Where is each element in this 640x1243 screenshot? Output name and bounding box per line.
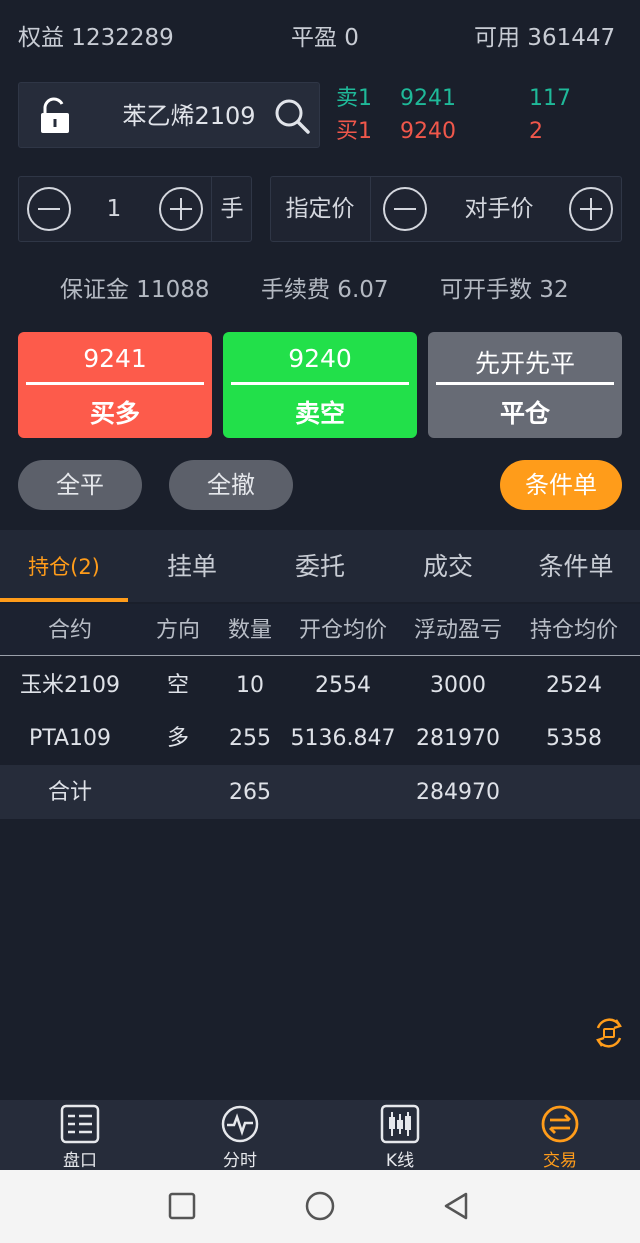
tab-trades[interactable]: 成交 [384, 530, 512, 602]
total-pnl: 284970 [416, 780, 500, 805]
nav-trade-label: 交易 [543, 1151, 577, 1171]
sell-label: 卖空 [294, 399, 345, 428]
tab-bar: 持仓(2) 挂单 委托 成交 条件单 [0, 530, 640, 602]
sell-price: 9240 [288, 344, 352, 373]
bid-label: 买1 [336, 119, 372, 144]
header-quantity: 数量 [227, 618, 272, 643]
system-nav-bar [0, 1170, 640, 1243]
header-hold-avg: 持仓均价 [529, 618, 618, 643]
nav-kline-label: K线 [385, 1151, 415, 1171]
header-open-avg: 开仓均价 [298, 618, 387, 643]
nav-trade[interactable]: 交易 [510, 1100, 610, 1171]
price-type-selector: 指定价 对手价 [270, 176, 622, 242]
hold-avg-cell: 2524 [546, 673, 602, 698]
nav-kline[interactable]: K线 [350, 1100, 450, 1171]
pnl-cell: 3000 [430, 673, 486, 698]
minus-icon[interactable] [383, 187, 427, 231]
cancel-all-button[interactable]: 全撤 [169, 460, 293, 510]
header-direction: 方向 [155, 618, 200, 643]
switch-account-icon[interactable] [592, 1016, 626, 1050]
direction-cell: 多 [166, 726, 189, 751]
sell-short-button[interactable]: 9240 卖空 [223, 332, 417, 438]
buy-price: 9241 [83, 344, 147, 373]
tab-pending[interactable]: 挂单 [128, 530, 256, 602]
close-all-button[interactable]: 全平 [18, 460, 142, 510]
contract-name[interactable]: 苯乙烯2109 [99, 83, 279, 149]
quantity-cell: 10 [236, 673, 264, 698]
nav-timeshare[interactable]: 分时 [190, 1100, 290, 1171]
price-mode-value[interactable]: 对手价 [435, 177, 563, 241]
equity-label: 权益 1232289 [18, 25, 174, 51]
open-avg-cell: 2554 [315, 673, 371, 698]
trade-icon [541, 1105, 579, 1143]
available-label: 可用 361447 [474, 25, 616, 51]
timeshare-icon [221, 1105, 259, 1143]
contract-cell: PTA109 [28, 726, 112, 751]
minus-icon[interactable] [27, 187, 71, 231]
close-label: 平仓 [499, 399, 550, 428]
plus-icon[interactable] [159, 187, 203, 231]
contract-cell: 玉米2109 [20, 673, 120, 698]
table-header: 合约 方向 数量 开仓均价 浮动盈亏 持仓均价 [0, 604, 640, 656]
recents-icon[interactable] [166, 1190, 198, 1222]
back-icon[interactable] [440, 1190, 472, 1222]
total-row: 合计 265 284970 [0, 765, 640, 819]
plus-icon[interactable] [569, 187, 613, 231]
direction-cell: 空 [166, 673, 189, 698]
header-floating-pnl: 浮动盈亏 [413, 618, 502, 643]
bottom-nav: 盘口 分时 K线 交易 [0, 1100, 640, 1171]
table-row[interactable]: PTA109 多 255 5136.847 281970 5358 [0, 711, 640, 765]
openable-label: 可开手数 32 [440, 277, 569, 303]
active-tab-indicator [0, 598, 128, 602]
tab-positions[interactable]: 持仓(2) [0, 530, 128, 602]
margin-label: 保证金 11088 [60, 277, 210, 303]
quantity-value[interactable]: 1 [79, 177, 149, 241]
lock-open-icon[interactable] [37, 97, 73, 135]
unit-label: 手 [220, 196, 244, 222]
quantity-cell: 255 [229, 726, 271, 751]
ask-price: 9241 [400, 86, 456, 111]
home-icon[interactable] [304, 1190, 336, 1222]
open-avg-cell: 5136.847 [290, 726, 396, 751]
total-label: 合计 [47, 780, 92, 805]
header-contract: 合约 [47, 618, 92, 643]
pnl-cell: 281970 [416, 726, 500, 751]
buy-long-button[interactable]: 9241 买多 [18, 332, 212, 438]
total-quantity: 265 [229, 780, 271, 805]
bid-price: 9240 [400, 119, 456, 144]
nav-orderbook[interactable]: 盘口 [30, 1100, 130, 1171]
ask-volume: 117 [529, 86, 571, 111]
table-row[interactable]: 玉米2109 空 10 2554 3000 2524 [0, 658, 640, 712]
bid-volume: 2 [529, 119, 543, 144]
orderbook-icon [60, 1104, 100, 1144]
hold-avg-cell: 5358 [546, 726, 602, 751]
fee-label: 手续费 6.07 [261, 277, 389, 303]
close-mode: 先开先平 [474, 349, 575, 378]
buy-label: 买多 [89, 399, 140, 428]
search-icon[interactable] [273, 97, 311, 135]
flat-profit-label: 平盈 0 [291, 25, 359, 51]
ask-label: 卖1 [336, 86, 372, 111]
candlestick-icon [380, 1104, 420, 1144]
tab-conditional[interactable]: 条件单 [512, 530, 640, 602]
nav-timeshare-label: 分时 [223, 1151, 257, 1171]
nav-orderbook-label: 盘口 [63, 1151, 97, 1171]
quantity-stepper: 1 手 [18, 176, 252, 242]
contract-selector[interactable]: 苯乙烯2109 [18, 82, 320, 148]
tab-orders[interactable]: 委托 [256, 530, 384, 602]
price-type-label[interactable]: 指定价 [271, 177, 369, 241]
close-position-button[interactable]: 先开先平 平仓 [428, 332, 622, 438]
conditional-order-button[interactable]: 条件单 [500, 460, 622, 510]
